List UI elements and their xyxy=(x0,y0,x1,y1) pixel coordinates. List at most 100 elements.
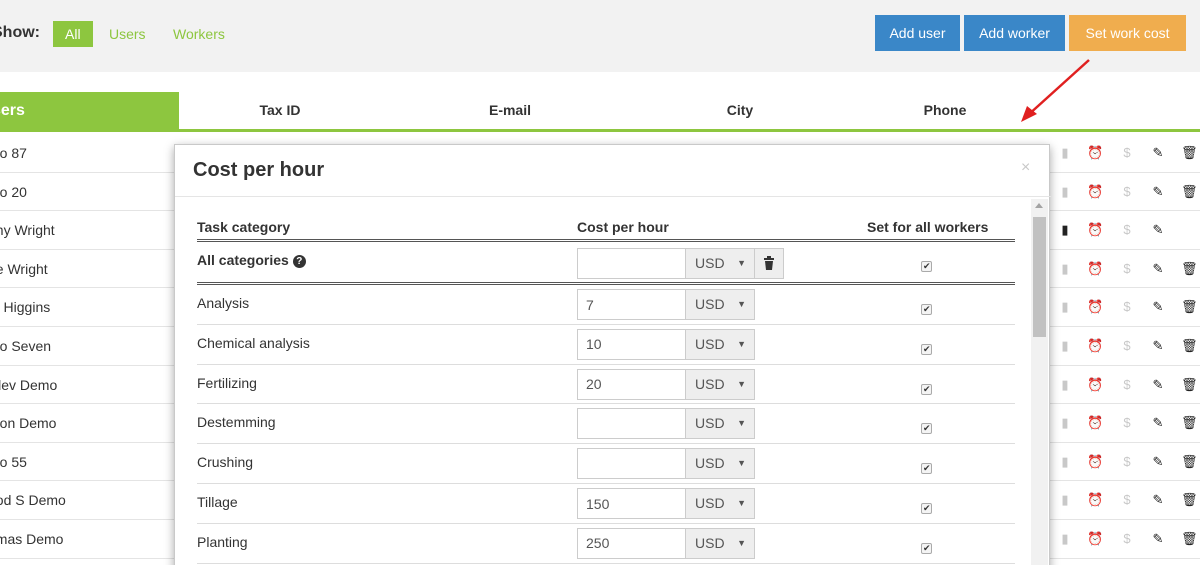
cost-input[interactable] xyxy=(577,408,686,440)
add-worker-button[interactable]: Add worker xyxy=(964,15,1065,51)
alarm-clock-icon[interactable]: ⏰ xyxy=(1087,145,1103,161)
alarm-clock-icon[interactable]: ⏰ xyxy=(1087,531,1103,547)
currency-select[interactable]: USD ▼ xyxy=(685,368,755,400)
set-all-workers-checkbox[interactable] xyxy=(921,343,932,356)
trash-icon[interactable]: 🗑 xyxy=(1181,454,1198,470)
modal-scrollbar[interactable] xyxy=(1031,199,1048,565)
dollar-icon[interactable]: $ xyxy=(1120,299,1134,315)
pencil-icon[interactable]: ✎ xyxy=(1151,492,1165,508)
caret-down-icon: ▼ xyxy=(737,258,746,268)
pencil-icon[interactable]: ✎ xyxy=(1151,338,1165,354)
all-categories-set-all-checkbox[interactable] xyxy=(921,260,932,273)
caret-down-icon: ▼ xyxy=(737,498,746,508)
column-header-users[interactable]: sers xyxy=(0,92,179,129)
set-all-workers-checkbox[interactable] xyxy=(921,462,932,475)
document-icon[interactable]: ▮ xyxy=(1058,454,1072,470)
dollar-icon[interactable]: $ xyxy=(1120,184,1134,200)
cost-input[interactable] xyxy=(577,488,686,519)
dollar-icon[interactable]: $ xyxy=(1120,261,1134,277)
set-all-workers-checkbox[interactable] xyxy=(921,383,932,396)
pencil-icon[interactable]: ✎ xyxy=(1151,454,1165,470)
alarm-clock-icon[interactable]: ⏰ xyxy=(1087,222,1103,238)
filter-users-button[interactable]: Users xyxy=(97,21,158,47)
dollar-icon[interactable]: $ xyxy=(1120,377,1134,393)
cost-input[interactable] xyxy=(577,289,686,320)
document-icon[interactable]: ▮ xyxy=(1058,492,1072,508)
pencil-icon[interactable]: ✎ xyxy=(1151,145,1165,161)
trash-icon[interactable]: 🗑 xyxy=(1181,415,1198,431)
set-all-workers-checkbox[interactable] xyxy=(921,502,932,515)
currency-select[interactable]: USD ▼ xyxy=(685,328,755,360)
currency-select[interactable]: USD ▼ xyxy=(685,448,755,480)
scroll-up-arrow-icon[interactable] xyxy=(1035,203,1043,208)
all-categories-cost-input[interactable] xyxy=(577,248,686,279)
scroll-thumb[interactable] xyxy=(1033,217,1046,337)
trash-icon[interactable]: 🗑 xyxy=(1181,492,1198,508)
trash-icon[interactable]: 🗑 xyxy=(1181,377,1198,393)
all-categories-row: All categories? USD ▼ xyxy=(197,242,1015,285)
document-icon[interactable]: ▮ xyxy=(1058,261,1072,277)
document-icon[interactable]: ▮ xyxy=(1058,184,1072,200)
pencil-icon[interactable]: ✎ xyxy=(1151,415,1165,431)
document-icon[interactable]: ▮ xyxy=(1058,415,1072,431)
dollar-icon[interactable]: $ xyxy=(1120,415,1134,431)
trash-icon[interactable]: 🗑 xyxy=(1181,184,1198,200)
clear-cost-button[interactable] xyxy=(754,248,784,279)
dollar-icon[interactable]: $ xyxy=(1120,454,1134,470)
column-header-tax-id[interactable]: Tax ID xyxy=(180,92,380,129)
filter-all-button[interactable]: All xyxy=(53,21,93,47)
document-icon[interactable]: ▮ xyxy=(1058,299,1072,315)
trash-icon[interactable]: 🗑 xyxy=(1181,261,1198,277)
trash-icon[interactable]: 🗑 xyxy=(1181,531,1198,547)
alarm-clock-icon[interactable]: ⏰ xyxy=(1087,415,1103,431)
pencil-icon[interactable]: ✎ xyxy=(1151,184,1165,200)
column-header-email[interactable]: E-mail xyxy=(410,92,610,129)
document-icon[interactable]: ▮ xyxy=(1058,531,1072,547)
dollar-icon[interactable]: $ xyxy=(1120,531,1134,547)
filter-workers-button[interactable]: Workers xyxy=(161,21,237,47)
cost-input[interactable] xyxy=(577,448,686,480)
task-category-label: Chemical analysis xyxy=(197,334,310,351)
currency-select[interactable]: USD ▼ xyxy=(685,527,755,559)
alarm-clock-icon[interactable]: ⏰ xyxy=(1087,184,1103,200)
currency-select[interactable]: USD ▼ xyxy=(685,488,755,519)
alarm-clock-icon[interactable]: ⏰ xyxy=(1087,338,1103,354)
alarm-clock-icon[interactable]: ⏰ xyxy=(1087,377,1103,393)
set-work-cost-button[interactable]: Set work cost xyxy=(1069,15,1186,51)
add-user-button[interactable]: Add user xyxy=(875,15,960,51)
help-icon[interactable]: ? xyxy=(292,254,306,268)
document-icon[interactable]: ▮ xyxy=(1058,338,1072,354)
currency-select[interactable]: USD ▼ xyxy=(685,408,755,440)
pencil-icon[interactable]: ✎ xyxy=(1151,222,1165,238)
cost-input[interactable] xyxy=(577,328,686,360)
document-icon[interactable]: ▮ xyxy=(1058,377,1072,393)
pencil-icon[interactable]: ✎ xyxy=(1151,531,1165,547)
set-all-workers-checkbox[interactable] xyxy=(921,422,932,435)
currency-select[interactable]: USD ▼ xyxy=(685,289,755,320)
trash-icon[interactable]: 🗑 xyxy=(1181,145,1198,161)
dollar-icon[interactable]: $ xyxy=(1120,145,1134,161)
set-all-workers-checkbox[interactable] xyxy=(921,542,932,555)
document-icon[interactable]: ▮ xyxy=(1058,222,1072,238)
dollar-icon[interactable]: $ xyxy=(1120,222,1134,238)
alarm-clock-icon[interactable]: ⏰ xyxy=(1087,261,1103,277)
pencil-icon[interactable]: ✎ xyxy=(1151,299,1165,315)
all-categories-label: All categories? xyxy=(197,252,306,268)
alarm-clock-icon[interactable]: ⏰ xyxy=(1087,454,1103,470)
dollar-icon[interactable]: $ xyxy=(1120,338,1134,354)
cost-input[interactable] xyxy=(577,527,686,559)
alarm-clock-icon[interactable]: ⏰ xyxy=(1087,492,1103,508)
dollar-icon[interactable]: $ xyxy=(1120,492,1134,508)
column-header-city[interactable]: City xyxy=(640,92,840,129)
all-categories-currency-select[interactable]: USD ▼ xyxy=(685,248,755,279)
trash-icon[interactable]: 🗑 xyxy=(1181,338,1198,354)
close-icon[interactable]: × xyxy=(1021,159,1030,177)
alarm-clock-icon[interactable]: ⏰ xyxy=(1087,299,1103,315)
trash-icon[interactable]: 🗑 xyxy=(1181,299,1198,315)
pencil-icon[interactable]: ✎ xyxy=(1151,377,1165,393)
pencil-icon[interactable]: ✎ xyxy=(1151,261,1165,277)
cost-input[interactable] xyxy=(577,368,686,400)
document-icon[interactable]: ▮ xyxy=(1058,145,1072,161)
set-all-workers-checkbox[interactable] xyxy=(921,303,932,316)
row-actions: ▮ ⏰ $ ✎ 🗑 xyxy=(1052,404,1200,442)
